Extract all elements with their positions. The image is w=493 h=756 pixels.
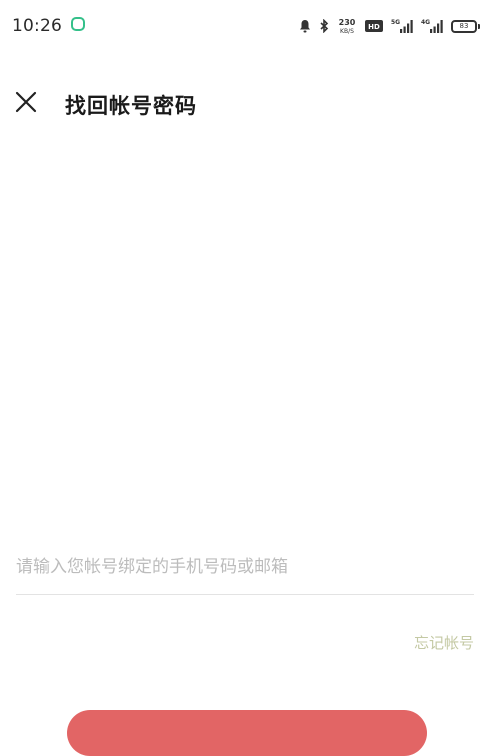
net-speed-unit: KB/S	[340, 28, 354, 35]
hd-badge-icon: HD	[365, 20, 383, 32]
submit-button[interactable]	[67, 710, 427, 756]
forgot-account-link[interactable]: 忘记帐号	[414, 632, 474, 653]
status-time: 10:26	[12, 16, 62, 36]
account-input[interactable]	[16, 548, 474, 586]
status-bar: 10:26 230 KB/S HD 5G 4G 83	[0, 0, 493, 56]
account-input-field	[16, 548, 474, 595]
svg-text:5G: 5G	[391, 19, 400, 26]
signal-4g-icon: 4G	[421, 19, 443, 33]
status-icons: 230 KB/S HD 5G 4G 83	[299, 15, 480, 37]
bluetooth-icon	[320, 19, 329, 33]
page-header: 找回帐号密码	[0, 78, 493, 130]
battery-level: 83	[459, 21, 469, 30]
net-speed-value: 230	[339, 18, 356, 27]
vibrate-bell-icon	[300, 20, 310, 33]
network-speed-icon: 230 KB/S	[339, 18, 356, 35]
battery-icon: 83	[451, 19, 480, 33]
signal-5g-icon: 5G	[391, 19, 413, 33]
svg-text:4G: 4G	[421, 19, 430, 26]
app-notification-icon	[71, 17, 85, 31]
close-icon[interactable]	[10, 86, 42, 118]
hd-badge-label: HD	[368, 23, 380, 31]
page-title: 找回帐号密码	[65, 94, 197, 118]
